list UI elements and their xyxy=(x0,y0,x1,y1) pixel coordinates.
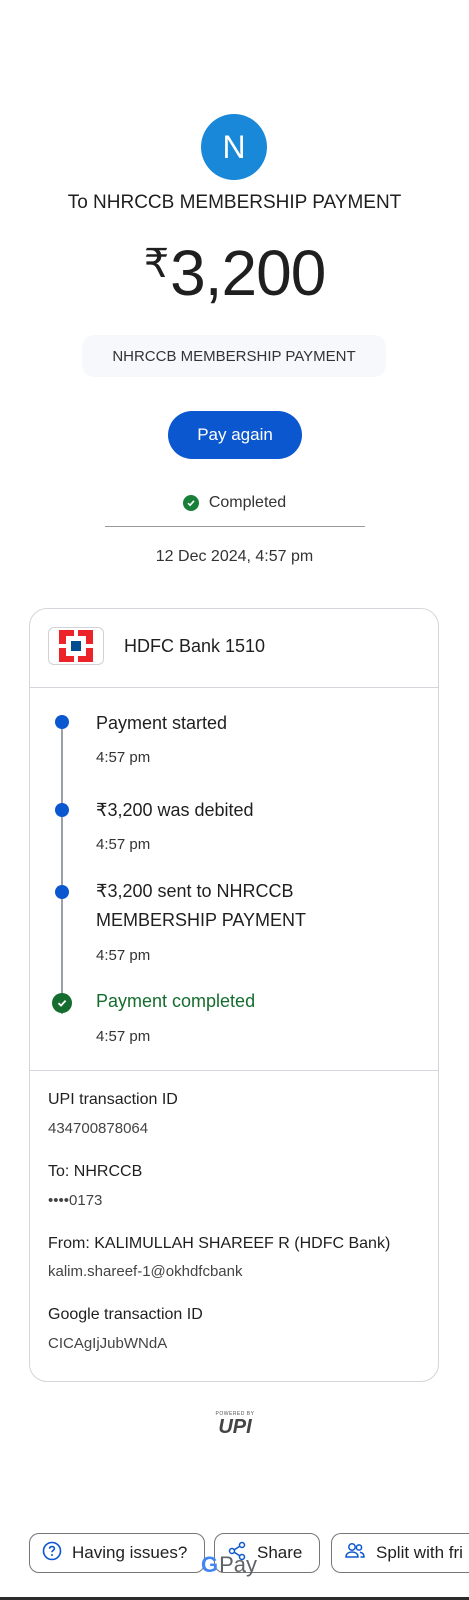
to-account-label: To: NHRCCB xyxy=(48,1163,143,1180)
timeline-step-title-line: ₹3,200 sent to NHRCCB xyxy=(96,881,294,901)
check-circle-icon xyxy=(52,993,72,1013)
card-divider xyxy=(30,1070,438,1071)
google-pay-logo: G Pay xyxy=(201,1552,257,1578)
payment-amount: ₹3,200 xyxy=(0,236,469,310)
to-account-value: ••••0173 xyxy=(48,1192,103,1209)
having-issues-button[interactable]: Having issues? xyxy=(29,1533,205,1573)
divider xyxy=(105,526,365,527)
upi-transaction-id-value[interactable]: 434700878064 xyxy=(48,1120,148,1137)
google-transaction-id-value[interactable]: CICAgIjJubWNdA xyxy=(48,1335,167,1352)
transaction-date: 12 Dec 2024, 4:57 pm xyxy=(155,548,314,565)
hdfc-logo-icon xyxy=(48,627,104,665)
payee-title: To NHRCCB MEMBERSHIP PAYMENT xyxy=(67,192,402,213)
timeline-step-time: 4:57 pm xyxy=(96,749,151,766)
timeline-step-title: ₹3,200 sent to NHRCCB MEMBERSHIP PAYMENT xyxy=(96,877,306,935)
timeline-dot xyxy=(55,885,69,899)
bank-name: HDFC Bank 1510 xyxy=(124,636,266,656)
people-icon xyxy=(344,1541,366,1566)
timeline-line xyxy=(61,722,63,1014)
share-label: Share xyxy=(257,1543,303,1562)
upi-logo: POWERED BY UPI xyxy=(203,1411,267,1443)
having-issues-label: Having issues? xyxy=(72,1543,188,1562)
from-account-label: From: KALIMULLAH SHAREEF R (HDFC Bank) xyxy=(48,1235,391,1252)
bank-account-row[interactable]: HDFC Bank 1510 xyxy=(30,609,438,687)
timeline-step-title-line: MEMBERSHIP PAYMENT xyxy=(96,910,307,930)
from-account-value: kalim.shareef-1@okhdfcbank xyxy=(48,1263,243,1280)
google-g-mark: G xyxy=(201,1552,219,1577)
gpay-pay-text: Pay xyxy=(219,1552,258,1577)
payee-avatar: N xyxy=(201,114,267,180)
google-transaction-id-label: Google transaction ID xyxy=(48,1306,203,1323)
timeline-dot xyxy=(55,715,69,729)
split-button[interactable]: Split with fri xyxy=(331,1533,469,1573)
card-divider xyxy=(30,687,438,688)
timeline-step-title: ₹3,200 was debited xyxy=(96,800,254,820)
status-label: Completed xyxy=(208,494,287,511)
status-row: Completed xyxy=(0,494,469,512)
timeline-step-title: Payment started xyxy=(96,713,228,733)
split-label: Split with fri xyxy=(376,1543,463,1562)
upi-transaction-id-label: UPI transaction ID xyxy=(48,1091,178,1108)
upi-mark: UPI xyxy=(218,1416,252,1438)
check-circle-icon xyxy=(182,495,199,511)
payment-note: NHRCCB MEMBERSHIP PAYMENT xyxy=(82,335,386,377)
help-circle-icon xyxy=(42,1541,62,1566)
timeline-dot xyxy=(55,803,69,817)
timeline-step-time: 4:57 pm xyxy=(96,947,151,964)
transaction-card: HDFC Bank 1510 Payment started 4:57 pm ₹… xyxy=(29,608,439,1382)
pay-again-button[interactable]: Pay again xyxy=(168,411,302,459)
avatar-letter: N xyxy=(222,128,246,165)
amount-value: 3,200 xyxy=(170,237,326,309)
timeline-step-time: 4:57 pm xyxy=(96,836,151,853)
currency-symbol: ₹ xyxy=(143,242,169,286)
timeline-step-time: 4:57 pm xyxy=(96,1028,151,1045)
timeline-step-title: Payment completed xyxy=(96,991,256,1011)
